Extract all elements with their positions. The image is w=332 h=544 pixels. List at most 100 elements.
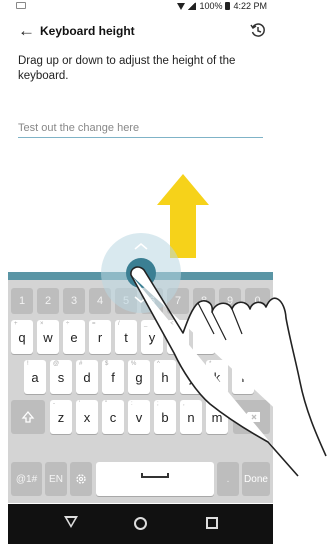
key-hint: ": [105, 401, 108, 407]
settings-key[interactable]: [70, 462, 92, 496]
key-label: j: [189, 369, 193, 385]
key-label: r: [97, 329, 103, 345]
key-f[interactable]: $ f: [102, 360, 124, 394]
key-label: x: [83, 409, 91, 425]
key-hint: #: [79, 361, 83, 367]
key-k[interactable]: * k: [206, 360, 228, 394]
key-label: u: [174, 329, 182, 345]
key-u[interactable]: < u: [167, 320, 189, 354]
test-input[interactable]: [18, 118, 263, 138]
key-9[interactable]: 9: [219, 288, 241, 314]
key-e[interactable]: ÷ e: [63, 320, 85, 354]
key-5[interactable]: 5: [115, 288, 137, 314]
key-b[interactable]: ; b: [154, 400, 176, 434]
done-key[interactable]: Done: [242, 462, 270, 496]
key-hint: -: [53, 401, 55, 407]
arrow-left-icon[interactable]: ←: [18, 21, 35, 41]
nav-back-icon[interactable]: [64, 516, 78, 528]
key-label: p: [253, 329, 262, 345]
key-l[interactable]: (l: [232, 360, 254, 394]
key-label: a: [31, 369, 39, 385]
key-hint: $: [105, 361, 109, 367]
keyboard-height-handle[interactable]: [8, 272, 273, 280]
key-a[interactable]: ! a: [24, 360, 46, 394]
key-hint: &: [183, 361, 188, 367]
clock: 4:22 PM: [233, 1, 267, 11]
backspace-key[interactable]: [233, 400, 270, 434]
key-t[interactable]: / t: [115, 320, 137, 354]
battery-icon: [225, 2, 231, 10]
key-d[interactable]: # d: [76, 360, 98, 394]
key-q[interactable]: + q: [11, 320, 33, 354]
key-g[interactable]: % g: [128, 360, 150, 394]
key-label: b: [161, 409, 169, 425]
key-hint: >: [196, 321, 200, 327]
notification-icon: [16, 2, 26, 9]
key-label: l: [241, 369, 245, 385]
key-o[interactable]: [o: [219, 320, 241, 354]
key-label: y: [148, 329, 156, 345]
key-hint: ^: [157, 361, 160, 367]
key-hint: @: [53, 361, 60, 367]
space-key[interactable]: [96, 462, 214, 496]
key-x[interactable]: ' x: [76, 400, 98, 434]
key-7[interactable]: 7: [167, 288, 189, 314]
key-label: g: [135, 369, 143, 385]
key-s[interactable]: @ s: [50, 360, 72, 394]
nav-recents-icon[interactable]: [206, 517, 218, 529]
key-label: k: [213, 369, 221, 385]
period-key[interactable]: .: [217, 462, 239, 496]
key-label: f: [111, 369, 115, 385]
key-8[interactable]: 8: [193, 288, 215, 314]
key-label: w: [43, 329, 53, 345]
key-label: t: [124, 329, 128, 345]
key-hint: ×: [40, 321, 44, 327]
key-r[interactable]: = r: [89, 320, 111, 354]
signal-icon: [188, 2, 197, 10]
key-v[interactable]: :v: [128, 400, 150, 434]
key-n[interactable]: ,n: [180, 400, 202, 434]
key-j[interactable]: & j: [180, 360, 202, 394]
key-hint: /: [118, 321, 120, 327]
key-c[interactable]: " c: [102, 400, 124, 434]
key-label: c: [109, 409, 117, 425]
key-0[interactable]: 0: [245, 288, 270, 314]
key-2[interactable]: 2: [37, 288, 59, 314]
key-hint: ;: [157, 401, 159, 407]
key-label: o: [226, 329, 234, 345]
key-hint: :: [131, 401, 133, 407]
key-p[interactable]: ] p: [245, 320, 270, 354]
nav-home-icon[interactable]: [134, 517, 147, 530]
key-label: e: [70, 329, 78, 345]
key-label: d: [83, 369, 91, 385]
symbols-key[interactable]: @1#: [11, 462, 42, 496]
page-title: Keyboard height: [40, 24, 135, 38]
navigation-bar: [8, 504, 273, 544]
key-4[interactable]: 4: [89, 288, 111, 314]
key-hint: =: [92, 321, 96, 327]
key-1[interactable]: 1: [11, 288, 33, 314]
language-key[interactable]: EN: [45, 462, 67, 496]
wifi-icon: [177, 2, 186, 10]
key-y[interactable]: _ y: [141, 320, 163, 354]
key-z[interactable]: -z: [50, 400, 72, 434]
key-hint: <: [170, 321, 174, 327]
key-label: z: [57, 409, 65, 425]
key-h[interactable]: ^ h: [154, 360, 176, 394]
key-m[interactable]: ? m: [206, 400, 228, 434]
shift-key[interactable]: [11, 400, 45, 434]
key-hint: ÷: [66, 321, 70, 327]
key-hint: ?: [209, 401, 213, 407]
key-label: m: [211, 409, 223, 425]
phone-screen: 100% 4:22 PM ← Keyboard height Drag up o…: [8, 0, 273, 544]
key-6[interactable]: 6: [141, 288, 163, 314]
status-icons: 100% 4:22 PM: [177, 1, 267, 11]
key-w[interactable]: × w: [37, 320, 59, 354]
key-3[interactable]: 3: [63, 288, 85, 314]
key-hint: (: [235, 361, 237, 367]
key-label: h: [161, 369, 169, 385]
backspace-icon: [243, 412, 260, 422]
keyboard: 1 2 3 4 5 6 7 8 9 0 + q × w ÷ e = r / t _ y < u…: [8, 280, 273, 503]
key-i[interactable]: > i: [193, 320, 215, 354]
restore-icon[interactable]: [249, 21, 267, 39]
